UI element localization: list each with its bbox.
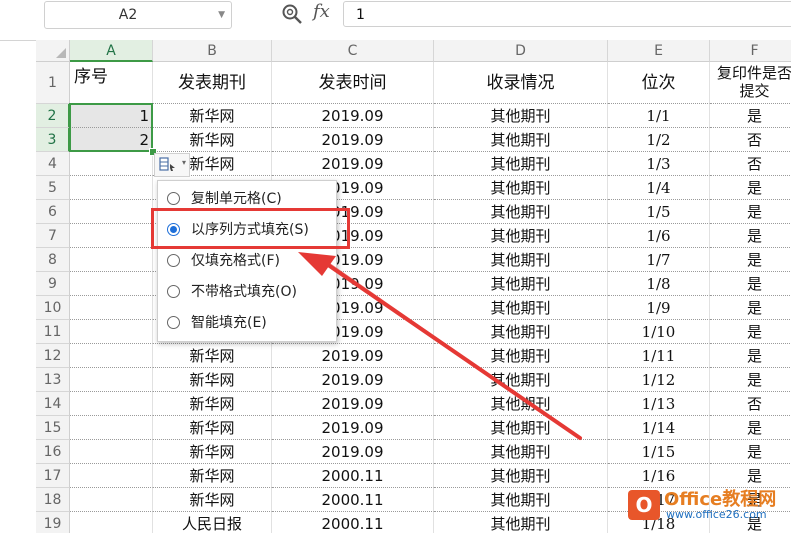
watermark-url: www.office26.com — [666, 508, 767, 521]
chevron-down-icon[interactable]: ▼ — [218, 2, 225, 28]
name-box-value: A2 — [118, 7, 138, 23]
watermark-logo: O Office教程网 www.office26.com — [624, 484, 791, 533]
fx-icon[interactable]: fx — [313, 1, 330, 22]
zoom-magnifier-icon[interactable] — [281, 3, 303, 25]
formula-input[interactable]: 1 — [343, 1, 791, 27]
spreadsheet-grid: ABCDEF 1 2 3 4 5 6 7 8 9 10 11 12 13 14 15 16 17 18 19 序号发… — [0, 40, 791, 533]
formula-bar: A2 ▼ fx 1 — [0, 0, 791, 41]
name-box[interactable]: A2 ▼ — [44, 1, 232, 29]
office-logo-icon: O — [628, 490, 660, 520]
pointer-arrow-annotation — [298, 252, 582, 440]
